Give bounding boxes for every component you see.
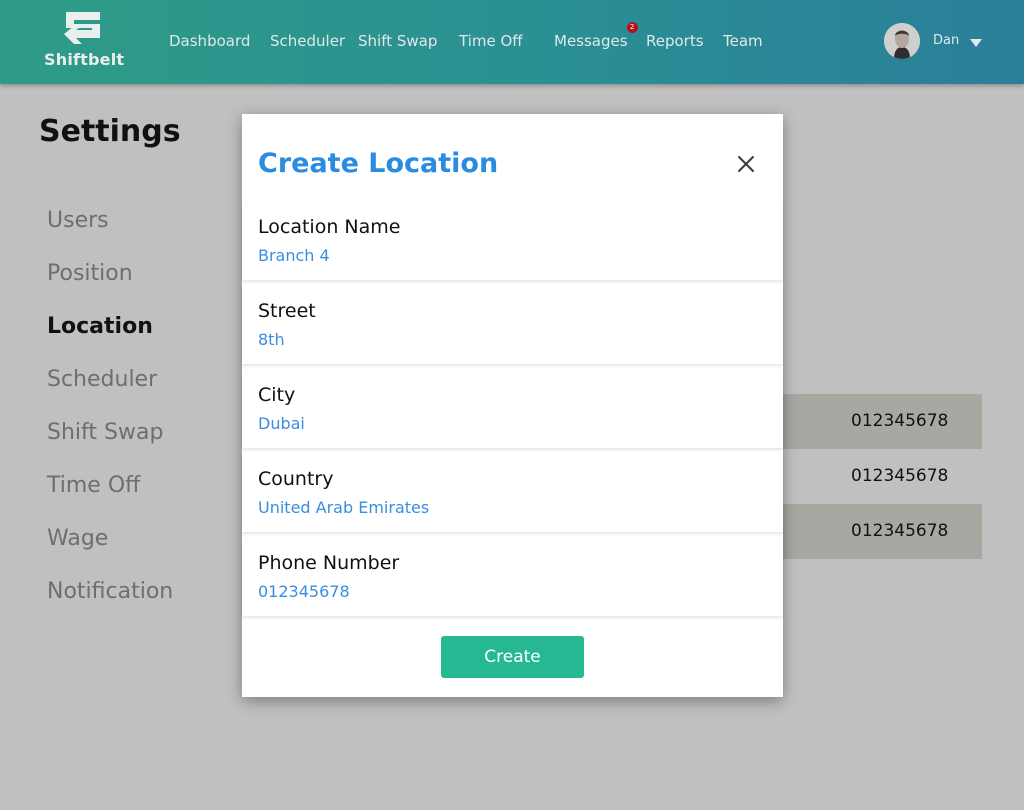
field-label: Country [258, 468, 334, 490]
nav-messages[interactable]: Messages 2 [554, 22, 638, 50]
location-name-input[interactable]: Branch 4 [258, 246, 330, 265]
city-input[interactable]: Dubai [258, 414, 305, 433]
table-cell-phone: 012345678 [851, 466, 949, 486]
city-field[interactable]: City Dubai [242, 369, 783, 448]
street-input[interactable]: 8th [258, 330, 285, 349]
nav-team[interactable]: Team [723, 32, 763, 50]
phone-number-input[interactable]: 012345678 [258, 582, 350, 601]
top-navbar: Shiftbelt Dashboard Scheduler Shift Swap… [0, 0, 1024, 84]
messages-badge: 2 [626, 22, 638, 33]
field-label: Location Name [258, 216, 401, 238]
location-name-field[interactable]: Location Name Branch 4 [242, 201, 783, 280]
phone-number-field[interactable]: Phone Number 012345678 [242, 537, 783, 616]
field-label: Phone Number [258, 552, 400, 574]
nav-messages-label: Messages [554, 32, 628, 50]
avatar-image [884, 23, 920, 59]
nav-time-off[interactable]: Time Off [459, 32, 523, 50]
country-input[interactable]: United Arab Emirates [258, 498, 429, 517]
page-title: Settings [39, 114, 181, 149]
dialog-title: Create Location [258, 148, 499, 179]
chevron-down-icon[interactable] [970, 39, 982, 47]
sidebar-item-users[interactable]: Users [47, 208, 109, 233]
sidebar-item-shift-swap[interactable]: Shift Swap [47, 420, 163, 445]
app-name: Shiftbelt [44, 50, 125, 69]
sidebar-item-position[interactable]: Position [47, 261, 133, 286]
logo-icon [64, 12, 100, 44]
sidebar-item-location[interactable]: Location [47, 314, 153, 339]
table-cell-phone: 012345678 [851, 521, 949, 541]
street-field[interactable]: Street 8th [242, 285, 783, 364]
country-field[interactable]: Country United Arab Emirates [242, 453, 783, 532]
close-icon[interactable] [736, 154, 756, 174]
field-label: City [258, 384, 296, 406]
nav-dashboard[interactable]: Dashboard [169, 32, 250, 50]
nav-shift-swap[interactable]: Shift Swap [358, 32, 437, 50]
nav-reports[interactable]: Reports [646, 32, 704, 50]
sidebar-item-scheduler[interactable]: Scheduler [47, 367, 157, 392]
create-location-dialog: Create Location Location Name Branch 4 S… [242, 114, 783, 697]
user-name: Dan [933, 33, 960, 48]
sidebar-item-time-off[interactable]: Time Off [47, 473, 140, 498]
nav-scheduler[interactable]: Scheduler [270, 32, 345, 50]
sidebar-item-wage[interactable]: Wage [47, 526, 108, 551]
avatar[interactable] [884, 23, 920, 59]
field-label: Street [258, 300, 316, 322]
create-button[interactable]: Create [441, 636, 584, 678]
table-cell-phone: 012345678 [851, 411, 949, 431]
app-logo[interactable]: Shiftbelt [44, 8, 125, 69]
sidebar-item-notification[interactable]: Notification [47, 579, 173, 604]
